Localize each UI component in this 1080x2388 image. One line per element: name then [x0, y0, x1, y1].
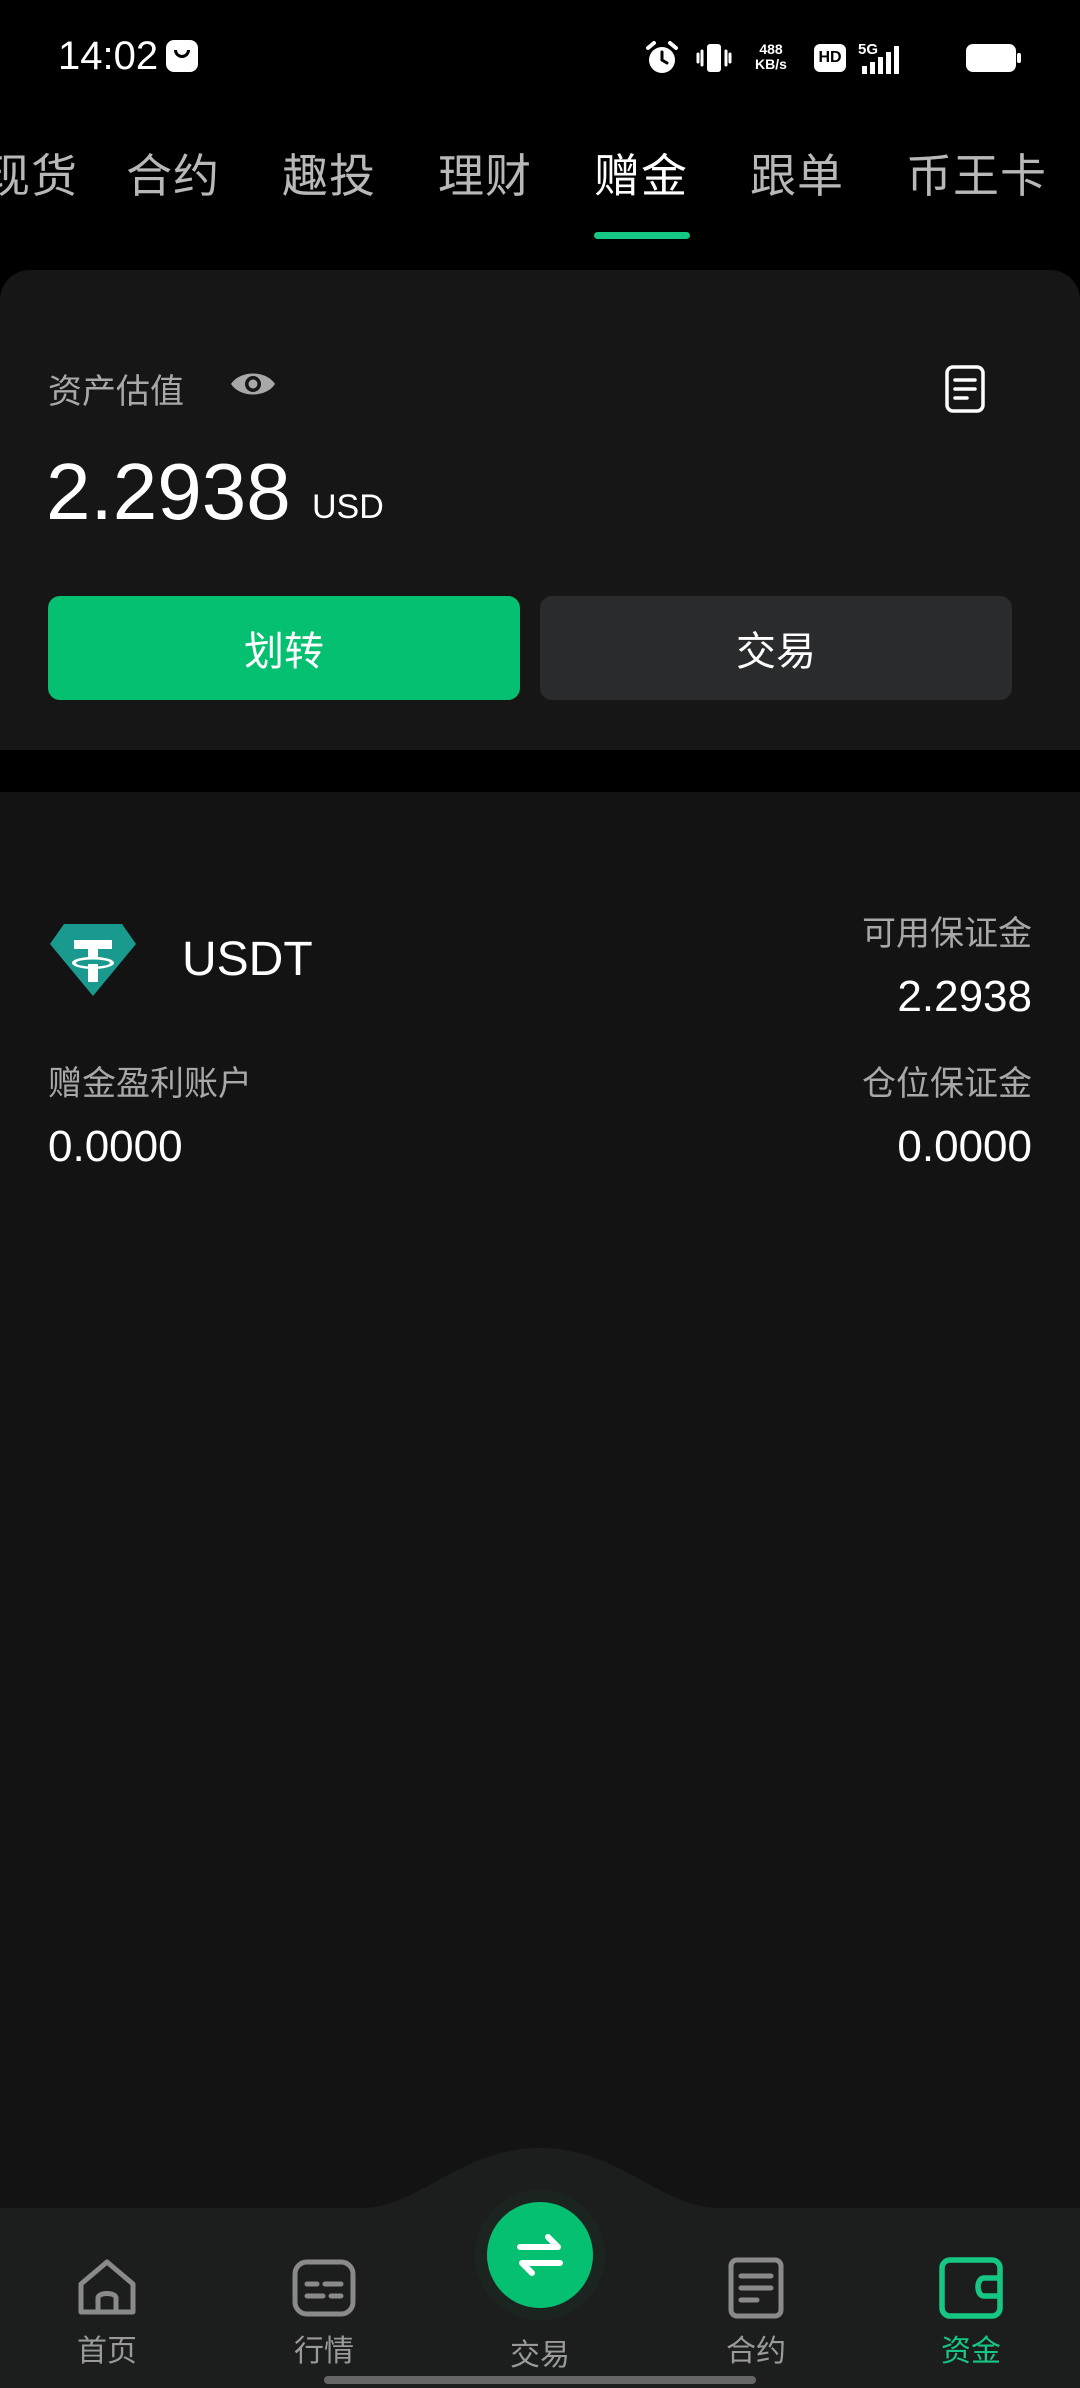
swap-icon — [517, 2234, 563, 2276]
available-margin-value: 2.2938 — [897, 972, 1032, 1021]
futures-icon — [728, 2257, 784, 2319]
bonus-profit-account-label: 赠金盈利账户 — [48, 1064, 252, 1104]
status-bar: 14:02 488 KB/s HD 5G — [0, 0, 1080, 118]
asset-value: 2.2938 — [46, 447, 291, 536]
net-speed: 488 KB/s — [755, 41, 787, 72]
nav-assets-label: 资金 — [941, 2334, 1001, 2369]
asset-label: 资产估值 — [48, 372, 184, 412]
position-margin-label: 仓位保证金 — [862, 1064, 1032, 1104]
bottom-nav: 首页 行情 交易 合约 资金 — [0, 2148, 1080, 2388]
transfer-button[interactable]: 划转 — [48, 596, 520, 700]
usdt-coin-icon — [50, 924, 136, 996]
home-icon — [78, 2259, 136, 2315]
markets-icon — [292, 2259, 356, 2317]
coin-name: USDT — [182, 933, 313, 986]
nav-home-label: 首页 — [77, 2334, 137, 2369]
asset-unit: USD — [312, 488, 384, 526]
bonus-profit-account-value: 0.0000 — [48, 1122, 183, 1171]
signal-5g-icon: 5G — [858, 41, 899, 74]
section-divider — [0, 750, 1080, 792]
tab-fun-invest[interactable]: 趣投 — [282, 140, 376, 206]
account-section: USDT 可用保证金 2.2938 赠金盈利账户 0.0000 仓位保证金 0.… — [0, 792, 1080, 2208]
nav-futures-label: 合约 — [726, 2334, 786, 2369]
nav-markets[interactable]: 行情 — [254, 2252, 394, 2370]
notification-icon — [166, 40, 198, 72]
battery-icon — [966, 44, 1021, 72]
active-tab-indicator — [594, 232, 690, 239]
hd-badge: HD — [814, 44, 846, 72]
trade-button[interactable]: 交易 — [540, 596, 1012, 700]
home-indicator[interactable] — [324, 2376, 756, 2384]
wallet-icon — [939, 2257, 1003, 2319]
tab-earn[interactable]: 理财 — [438, 140, 532, 206]
vibrate-icon — [696, 44, 732, 72]
alarm-icon — [646, 41, 678, 73]
position-margin-value: 0.0000 — [897, 1122, 1032, 1171]
nav-trade-label: 交易 — [510, 2338, 570, 2373]
asset-card: 资产估值 2.2938 USD 划转 交易 — [0, 270, 1080, 750]
record-icon[interactable] — [944, 364, 986, 414]
status-time: 14:02 — [58, 34, 159, 78]
tab-coin-king-card[interactable]: 币王卡 — [906, 140, 1047, 206]
nav-futures[interactable]: 合约 — [686, 2252, 826, 2370]
nav-home[interactable]: 首页 — [37, 2252, 177, 2370]
top-tabs: 现货 合约 趣投 理财 赠金 跟单 币王卡 — [0, 118, 1080, 240]
tab-bonus[interactable]: 赠金 — [594, 140, 688, 206]
tab-copy-trade[interactable]: 跟单 — [750, 140, 844, 206]
nav-trade-button[interactable] — [487, 2202, 593, 2308]
tab-spot[interactable]: 现货 — [0, 140, 78, 206]
svg-text:5G: 5G — [858, 41, 878, 58]
tab-futures[interactable]: 合约 — [126, 140, 220, 206]
nav-markets-label: 行情 — [294, 2334, 354, 2369]
eye-icon[interactable] — [228, 364, 278, 404]
available-margin-label: 可用保证金 — [862, 914, 1032, 954]
nav-assets[interactable]: 资金 — [901, 2252, 1041, 2370]
